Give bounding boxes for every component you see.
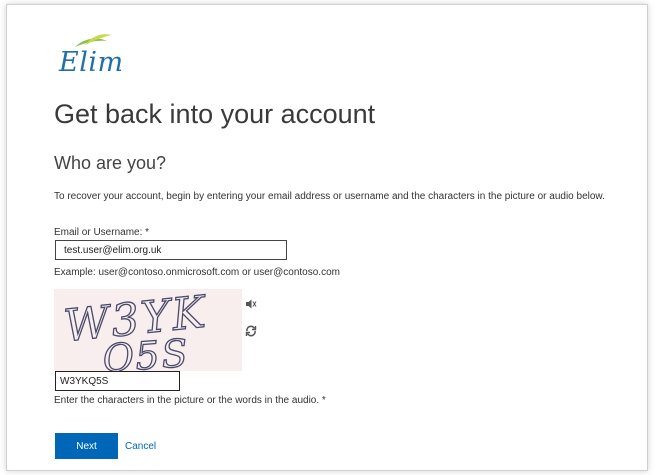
intro-text: To recover your account, begin by enteri… bbox=[54, 191, 605, 202]
captcha-image: W3YK Q5S bbox=[54, 289, 242, 371]
recovery-panel: Elim Get back into your account Who are … bbox=[6, 4, 648, 471]
section-title: Who are you? bbox=[54, 153, 167, 173]
cancel-link[interactable]: Cancel bbox=[125, 441, 156, 452]
captcha-line-2: Q5S bbox=[101, 331, 191, 371]
next-button[interactable]: Next bbox=[55, 433, 118, 459]
email-example: Example: user@contoso.onmicrosoft.com or… bbox=[54, 267, 340, 278]
email-input[interactable] bbox=[55, 240, 287, 260]
captcha-input[interactable] bbox=[55, 371, 180, 391]
captcha-help-text: Enter the characters in the picture or t… bbox=[54, 395, 326, 406]
elim-logo: Elim bbox=[55, 31, 135, 79]
page-title: Get back into your account bbox=[54, 99, 376, 129]
speaker-icon[interactable] bbox=[245, 297, 257, 309]
email-label: Email or Username: * bbox=[54, 227, 150, 238]
logo-text: Elim bbox=[59, 47, 124, 78]
refresh-icon[interactable] bbox=[245, 324, 257, 337]
